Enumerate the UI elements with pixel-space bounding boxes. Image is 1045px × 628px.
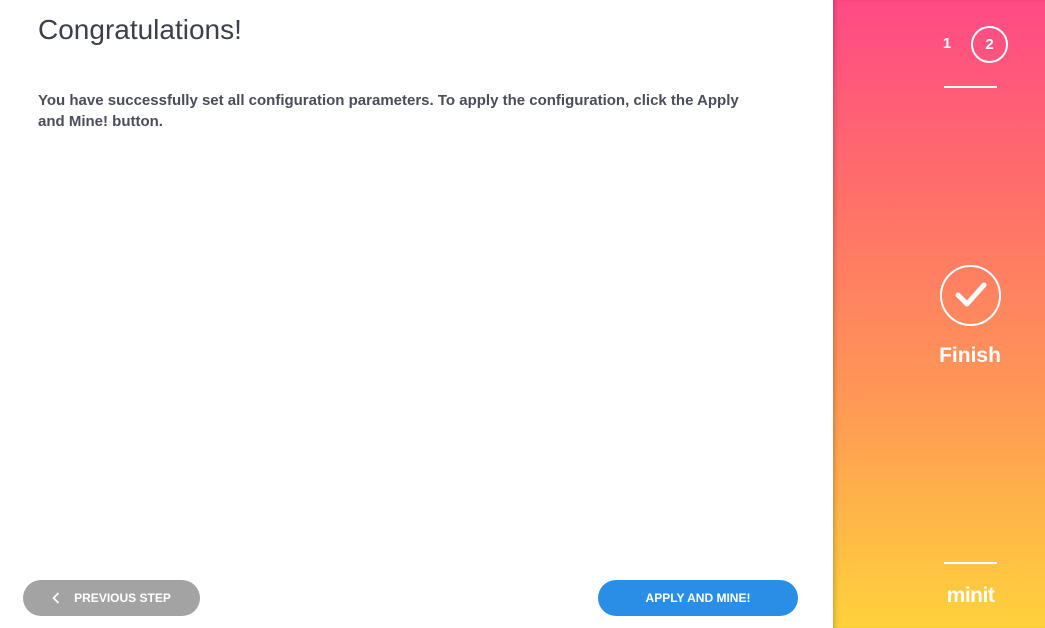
divider-bottom bbox=[944, 562, 997, 564]
success-message: You have successfully set all configurat… bbox=[38, 92, 739, 130]
wizard-sidebar: 1 2 Finish minit bbox=[833, 0, 1045, 628]
page-title: Congratulations! bbox=[38, 14, 242, 45]
step-indicator: 1 2 bbox=[937, 26, 1008, 63]
apply-and-mine-button[interactable]: APPLY AND MINE! bbox=[598, 580, 798, 616]
apply-and-mine-label: APPLY AND MINE! bbox=[645, 591, 751, 605]
step-2-current[interactable]: 2 bbox=[971, 26, 1008, 63]
main-panel: Congratulations! You have successfully s… bbox=[0, 0, 833, 628]
finish-label: Finish bbox=[939, 344, 1001, 367]
previous-step-label: PREVIOUS STEP bbox=[74, 591, 171, 605]
chevron-left-icon bbox=[52, 592, 60, 604]
step-1[interactable]: 1 bbox=[937, 26, 957, 62]
minit-logo: minit bbox=[946, 584, 995, 607]
divider-top bbox=[944, 86, 997, 88]
checkmark-icon bbox=[940, 265, 1001, 326]
previous-step-button[interactable]: PREVIOUS STEP bbox=[23, 580, 200, 616]
